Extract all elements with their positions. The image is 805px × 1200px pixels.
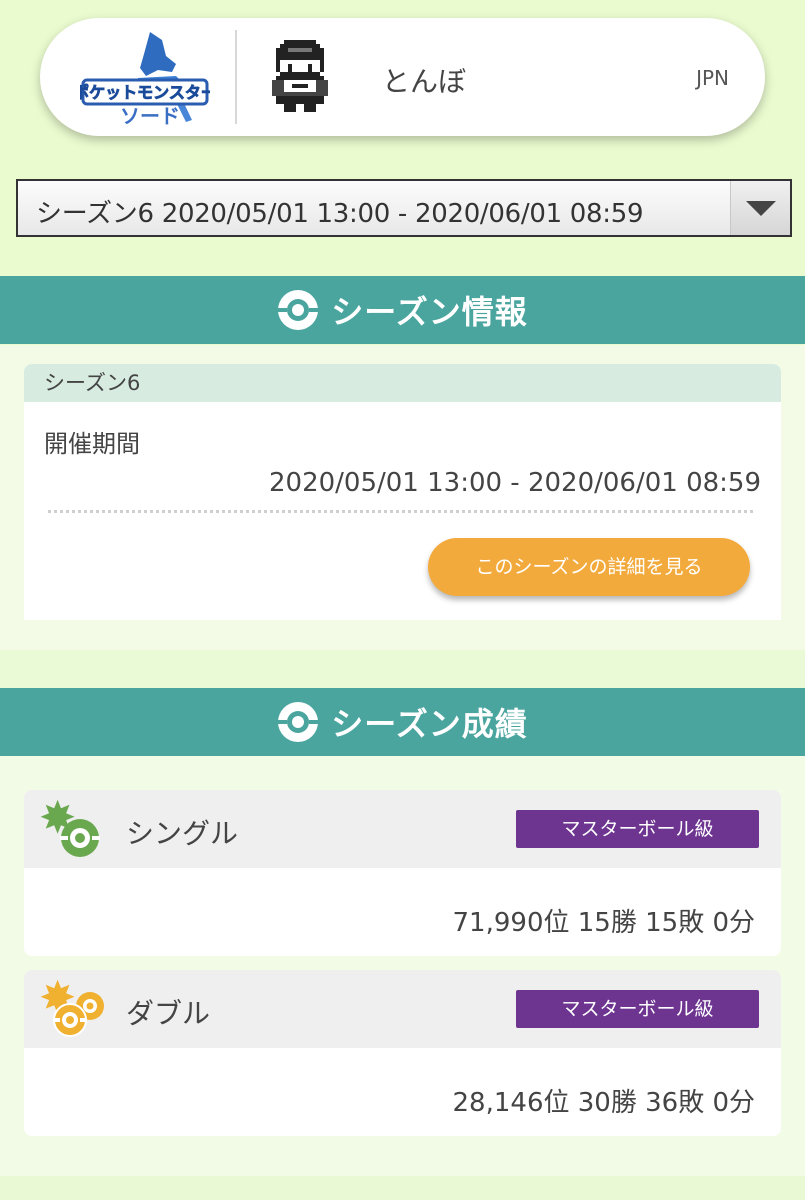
region-label: JPN	[696, 66, 729, 90]
period-label: 開催期間	[44, 430, 140, 458]
single-battle-card: シングル マスターボール級 71,990位 15勝 15敗 0分	[24, 790, 781, 956]
double-battle-card: ダブル マスターボール級 28,146位 30勝 36敗 0分	[24, 970, 781, 1136]
dropdown-arrow-button[interactable]	[730, 181, 790, 235]
pokemon-sword-logo: ポケットモンスター ソード	[80, 32, 210, 126]
rank-class-badge: マスターボール級	[516, 990, 759, 1028]
player-header: ポケットモンスター ソード とんぼ JPN	[40, 18, 765, 136]
season-label: シーズン6	[24, 364, 781, 402]
double-battle-header: ダブル マスターボール級	[24, 970, 781, 1048]
double-battle-label: ダブル	[126, 997, 211, 1030]
season-info-header: シーズン情報	[0, 276, 805, 344]
divider	[48, 510, 753, 513]
season-info-card: シーズン6 開催期間 2020/05/01 13:00 - 2020/06/01…	[24, 364, 781, 620]
section-title: シーズン成績	[331, 705, 528, 743]
single-battle-record: 71,990位 15勝 15敗 0分	[452, 908, 755, 938]
chevron-down-icon	[746, 201, 776, 216]
header-divider	[235, 30, 237, 124]
double-battle-record: 28,146位 30勝 36敗 0分	[452, 1088, 755, 1118]
player-name: とんぼ	[382, 65, 467, 98]
rank-class-badge: マスターボール級	[516, 810, 759, 848]
pokeball-icon	[277, 290, 320, 330]
logo-text-line1: ポケットモンスター	[80, 83, 210, 102]
single-battle-icon	[40, 799, 100, 857]
season-select-value: シーズン6 2020/05/01 13:00 - 2020/06/01 08:5…	[36, 199, 644, 229]
season-detail-button[interactable]: このシーズンの詳細を見る	[428, 538, 750, 596]
season-select[interactable]: シーズン6 2020/05/01 13:00 - 2020/06/01 08:5…	[16, 179, 792, 237]
single-battle-header: シングル マスターボール級	[24, 790, 781, 868]
trainer-avatar-icon	[272, 40, 328, 112]
period-value: 2020/05/01 13:00 - 2020/06/01 08:59	[268, 468, 761, 498]
season-results-header: シーズン成績	[0, 688, 805, 756]
double-battle-icon	[40, 979, 104, 1037]
single-battle-label: シングル	[126, 817, 239, 850]
background-band-bottom	[0, 1176, 805, 1200]
pokeball-icon	[277, 702, 320, 742]
background-band-gap	[0, 650, 805, 688]
logo-text-line2: ソード	[120, 104, 180, 126]
section-title: シーズン情報	[331, 293, 528, 331]
